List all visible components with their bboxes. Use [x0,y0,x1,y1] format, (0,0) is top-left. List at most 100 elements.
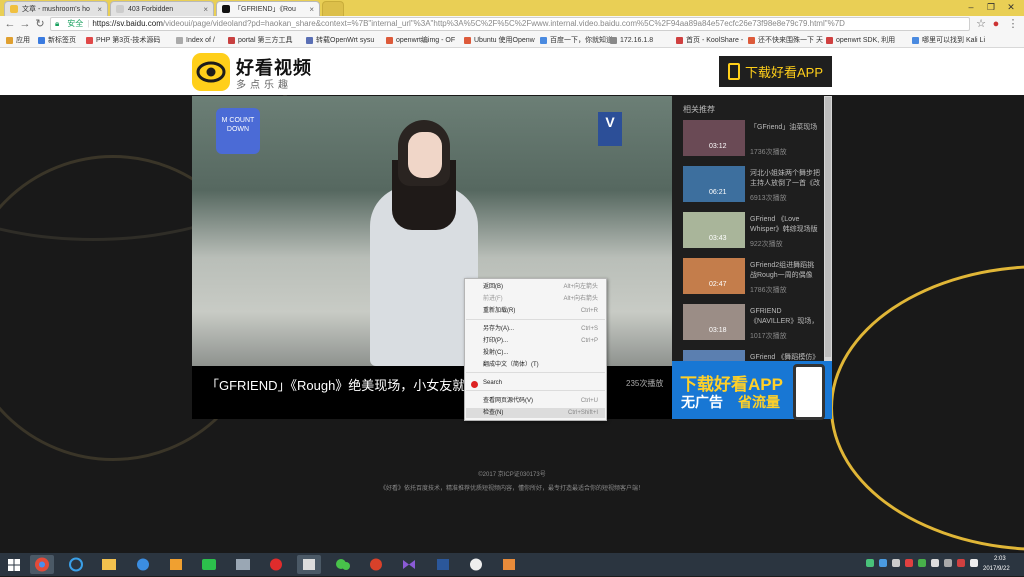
related-video-item[interactable]: 06:21 河北小姐妹两个舞步把主持人放倒了一首《改 6913次播放 [683,166,823,206]
tray-volume-icon[interactable] [944,559,952,567]
menu-item-shortcut: Ctrl+U [580,398,598,404]
taskbar-baidu-netdisk-icon[interactable] [131,555,155,574]
address-bar[interactable]: 🔒︎ 安全 | https://sv.baidu.com /videoui/pa… [50,17,970,31]
related-video-item[interactable]: 03:18 GFRIEND 《NAVILLER》现场，一看就是成很 1017次播放 [683,304,823,344]
tray-app-icon[interactable] [879,559,887,567]
taskbar-ie-icon[interactable] [64,555,88,574]
browser-tab-gfriend[interactable]: 「GFRIEND」《Rou × [216,1,320,16]
bookmark-label: 172.16.1.8 [620,36,654,44]
taskbar-app-icon[interactable] [364,555,388,574]
bookmark-item[interactable]: PHP 第3页-技术源码 [86,34,160,46]
bookmark-item[interactable]: portal 第三方工具 [228,34,292,46]
menu-icon[interactable]: ⋮ [1006,17,1020,31]
taskbar-app-icon[interactable] [164,555,188,574]
related-video-title[interactable]: GFriend 《Love Whisper》韩综现场版 [750,215,820,235]
download-app-button[interactable]: 下载好看APP [719,56,832,87]
context-menu-item[interactable]: 返回(B) Alt+向左箭头 [483,282,598,292]
taskbar-netease-music-icon[interactable] [264,555,288,574]
video-duration: 06:21 [709,189,727,196]
taskbar-word-icon[interactable] [431,555,455,574]
sidebar-scroll-thumb[interactable] [825,97,831,357]
tab-favicon-icon [10,5,18,13]
bookmark-item[interactable]: openwrt SDK, 利用 [826,34,895,46]
tray-network-icon[interactable] [931,559,939,567]
bookmark-item[interactable]: 百度一下，你就知道 [540,34,613,46]
bookmark-item[interactable]: 172.16.1.8 [610,34,653,46]
context-menu-item[interactable]: 检查(N) Ctrl+Shift+I [466,408,605,418]
bookmark-label: 哪里可以找到 Kali Li [922,37,986,44]
context-menu-item[interactable]: 投射(C)... [483,348,598,358]
tray-wechat-icon[interactable] [866,559,874,567]
tray-ime-icon[interactable] [970,559,978,567]
close-tab-icon[interactable]: × [203,5,208,14]
new-tab-button[interactable] [322,1,344,16]
tray-app-icon[interactable] [905,559,913,567]
forward-arrow-icon[interactable]: → [18,17,32,31]
context-menu-item[interactable]: 另存为(A)... Ctrl+S [483,324,598,334]
taskbar-app-icon[interactable] [497,555,521,574]
taskbar-app-icon[interactable] [464,555,488,574]
bookmark-item[interactable]: openwrt编img - OF [386,34,455,46]
video-duration: 02:47 [709,281,727,288]
video-thumbnail[interactable]: 03:12 [683,120,745,156]
context-menu-item[interactable]: 重新加载(R) Ctrl+R [483,306,598,316]
bookmark-item[interactable]: Ubuntu 使用Openw [464,34,535,46]
bookmark-item[interactable]: Index of / [176,34,215,46]
video-thumbnail[interactable]: 03:18 [683,304,745,340]
haokan-logo-icon[interactable] [192,53,230,91]
reload-icon[interactable]: ↻ [33,17,47,31]
taskbar-explorer-icon[interactable] [97,555,121,574]
bookmark-item[interactable]: 还不快来围殊一下 天 [748,34,823,46]
related-video-item[interactable]: 03:12 「GFriend」油菜现场 1736次播放 [683,120,823,160]
browser-tab-forbidden[interactable]: 403 Forbidden × [110,1,214,16]
taskbar-date[interactable]: 2017/9/22 [983,566,1010,572]
tray-app-icon[interactable] [918,559,926,567]
tray-app-icon[interactable] [957,559,965,567]
related-video-item[interactable]: 02:47 GFriend2组进舞蹈挑战Rough一周的偶像 1786次播放 [683,258,823,298]
context-menu-item[interactable]: 打印(P)... Ctrl+P [483,336,598,346]
related-video-title[interactable]: 河北小姐妹两个舞步把主持人放倒了一首《改 [750,169,820,189]
related-video-views: 6913次播放 [750,195,787,202]
taskbar-iqiyi-icon[interactable] [197,555,221,574]
bookmark-item[interactable]: 新标签页 [38,34,76,46]
tray-app-icon[interactable] [892,559,900,567]
bookmark-star-icon[interactable]: ☆ [974,17,988,31]
back-arrow-icon[interactable]: ← [3,17,17,31]
site-header [0,48,1024,95]
taskbar-app-icon[interactable] [297,555,321,574]
related-video-title[interactable]: GFRIEND 《NAVILLER》现场，一看就是成很 [750,307,820,327]
taskbar-wechat-icon[interactable] [331,555,355,574]
tab-favicon-icon [222,5,230,13]
context-menu-item[interactable]: 查看网页源代码(V) Ctrl+U [483,396,598,406]
context-menu-item[interactable]: 翻成中文（简体）(T) [483,360,598,370]
taskbar-visual-studio-icon[interactable] [397,555,421,574]
context-menu-item[interactable]: 前进(F) Alt+向右箭头 [483,294,598,304]
browser-tab-mushroom[interactable]: 文章 - mushroom's ho × [4,1,108,16]
restore-icon[interactable]: ❐ [984,2,998,12]
menu-item-label: 投射(C)... [483,350,509,356]
related-video-title[interactable]: GFriend2组进舞蹈挑战Rough一周的偶像 [750,261,820,281]
bookmark-label: openwrt SDK, 利用 [836,37,896,44]
bookmark-favicon-icon [306,36,313,44]
video-thumbnail[interactable]: 03:43 [683,212,745,248]
video-thumbnail[interactable]: 02:47 [683,258,745,294]
bookmark-item[interactable]: 转载OpenWrt sysu [306,34,374,46]
close-tab-icon[interactable]: × [309,5,314,14]
bookmark-item[interactable]: 哪里可以找到 Kali Li [912,34,985,46]
context-menu-item[interactable]: Search [483,378,598,388]
bookmark-item[interactable]: 首页 - KoolShare - [676,34,743,46]
taskbar-chrome-icon[interactable] [30,555,54,574]
related-video-title[interactable]: 「GFriend」油菜现场 [750,123,820,133]
bookmark-item[interactable]: 应用 [6,34,30,46]
related-video-item[interactable]: 03:43 GFriend 《Love Whisper》韩综现场版 922次播放 [683,212,823,252]
video-thumbnail[interactable]: 06:21 [683,166,745,202]
minimize-icon[interactable]: – [964,2,978,12]
start-button[interactable] [0,553,28,576]
taskbar-app-icon[interactable] [231,555,255,574]
menu-item-shortcut: Alt+向左箭头 [563,284,598,290]
pinterest-extension-icon[interactable]: ● [989,17,1003,31]
close-tab-icon[interactable]: × [97,5,102,14]
close-window-icon[interactable]: ✕ [1004,2,1018,12]
taskbar-time[interactable]: 2:03 [994,556,1006,562]
menu-item-label: 查看网页源代码(V) [483,398,533,404]
